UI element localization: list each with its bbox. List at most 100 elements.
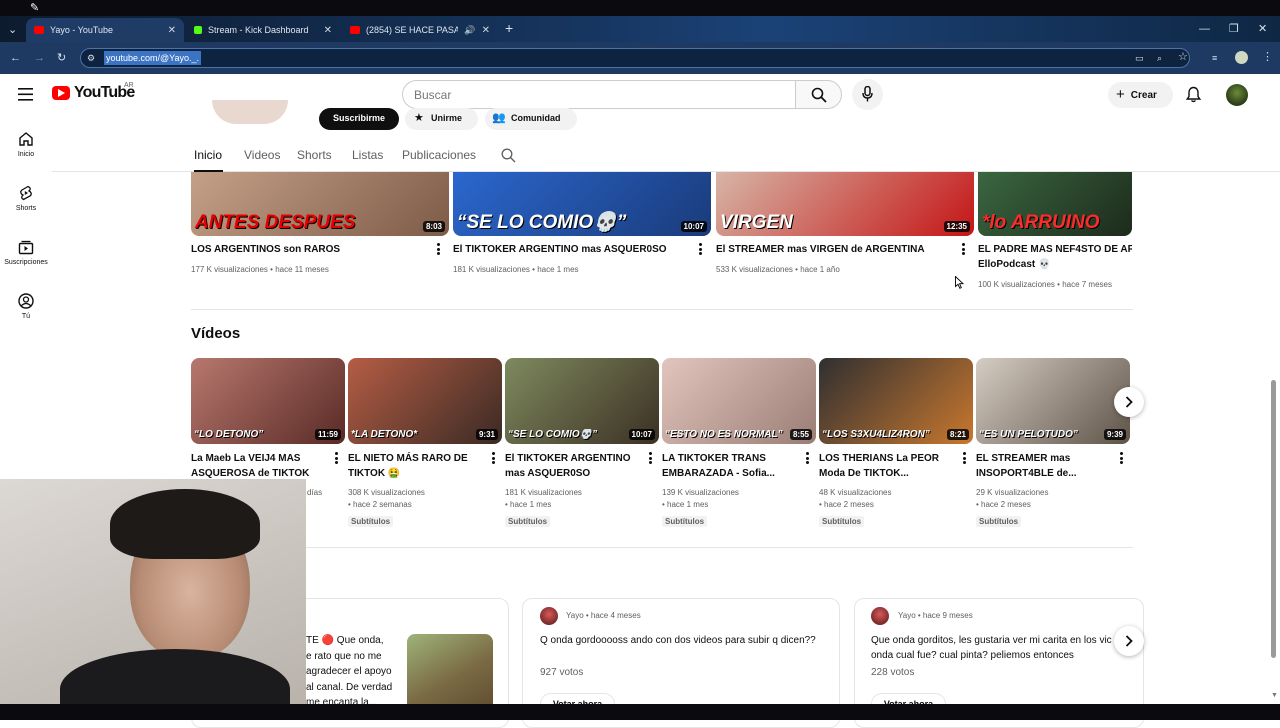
site-info-icon[interactable]: ⚙ — [87, 52, 95, 64]
post-votes: 228 votos — [871, 667, 915, 678]
cast-icon[interactable]: ▭ — [1135, 52, 1144, 64]
close-window-icon[interactable]: ✕ — [1258, 23, 1267, 35]
videos-section-title[interactable]: Vídeos — [191, 325, 240, 342]
video-title[interactable]: EL NIETO MÁS RARO DE — [348, 451, 486, 466]
videos-next-button[interactable] — [1114, 387, 1144, 417]
video-options-icon[interactable] — [437, 243, 440, 257]
page-scrollbar[interactable] — [1271, 380, 1276, 658]
video-title[interactable]: La Maeb La VEIJ4 MAS — [191, 451, 329, 466]
post-text-line: onda cual fue? cual pinta? peliemos ento… — [871, 650, 1074, 661]
tab-publicaciones[interactable]: Publicaciones — [402, 148, 476, 162]
tab-list-icon[interactable]: ⌄ — [8, 24, 17, 36]
voice-search-button[interactable] — [852, 79, 883, 110]
notifications-bell-icon[interactable] — [1186, 86, 1201, 103]
tab-yayo-youtube[interactable]: Yayo - YouTube ✕ — [26, 18, 184, 42]
video-views: 139 K visualizaciones — [662, 488, 739, 497]
new-tab-icon[interactable]: + — [505, 21, 513, 35]
video-options-icon[interactable] — [699, 243, 702, 257]
streamer-webcam-overlay — [0, 479, 306, 720]
video-options-icon[interactable] — [649, 452, 652, 466]
video-duration: 10:07 — [628, 429, 655, 440]
video-title[interactable]: EL PADRE MAS NEF4STO DE ARG — [978, 242, 1132, 257]
video-title[interactable]: El TIKTOKER ARGENTINO — [505, 451, 643, 466]
back-icon[interactable]: ← — [10, 52, 21, 64]
tab-shorts[interactable]: Shorts — [297, 148, 332, 162]
sidebar-item-suscripciones[interactable]: Suscripciones — [0, 239, 52, 266]
thumbnail-caption: “SE LO COMIO💀” — [457, 212, 627, 233]
video-duration: 10:07 — [680, 221, 707, 232]
video-title[interactable]: El STREAMER mas VIRGEN de ARGENTINA — [716, 242, 954, 257]
video-title[interactable]: EL STREAMER mas — [976, 451, 1114, 466]
video-title[interactable]: LOS THERIANS La PEOR — [819, 451, 957, 466]
sidebar-item-shorts[interactable]: Shorts — [0, 185, 52, 212]
bookmark-star-icon[interactable]: ☆ — [1178, 51, 1188, 63]
video-title[interactable]: LA TIKTOKER TRANS — [662, 451, 800, 466]
tab-videos[interactable]: Videos — [244, 148, 280, 162]
taskbar — [0, 704, 1280, 720]
video-title[interactable]: LOS ARGENTINOS son RAROS — [191, 242, 429, 257]
zoom-icon[interactable]: ⌕ — [1157, 52, 1162, 64]
subscribe-button[interactable]: Suscribirme — [319, 108, 399, 130]
video-thumbnail[interactable]: “SE LO COMIO💀” 10:07 — [505, 358, 659, 444]
video-thumbnail[interactable]: *LA DETONO* 9:31 — [348, 358, 502, 444]
account-avatar[interactable] — [1226, 84, 1248, 106]
close-tab-icon[interactable]: ✕ — [482, 25, 490, 36]
video-views: 181 K visualizaciones — [505, 488, 582, 497]
video-title-line2[interactable]: mas ASQUER0SO — [505, 466, 643, 481]
video-title-line2[interactable]: Moda De TIKTOK... — [819, 466, 957, 481]
tab-inicio[interactable]: Inicio — [194, 148, 222, 162]
video-title[interactable]: El TIKTOKER ARGENTINO mas ASQUER0SO — [453, 242, 691, 257]
posts-next-button[interactable] — [1114, 626, 1144, 656]
search-input[interactable] — [414, 86, 784, 103]
scroll-down-arrow-icon[interactable]: ▼ — [1271, 692, 1278, 699]
join-button[interactable]: ★ Unirme — [405, 108, 478, 130]
video-title-line2[interactable]: ElloPodcast 💀 — [978, 257, 1132, 272]
video-title-line2[interactable]: EMBARAZADA - Sofia... — [662, 466, 800, 481]
post-image-capybara[interactable] — [407, 634, 493, 714]
browser-menu-icon[interactable]: ⋮ — [1262, 51, 1273, 63]
post-author-avatar[interactable] — [871, 607, 889, 625]
video-title-line2[interactable]: TIKTOK 🤮 — [348, 466, 486, 481]
video-thumbnail[interactable]: “LO DETONO” 11:59 — [191, 358, 345, 444]
tab-se-hace-pasar[interactable]: (2854) SE HACE PASAR por 🔊 ✕ — [342, 18, 498, 42]
video-age-text: hace 1 mes — [667, 500, 709, 509]
reload-icon[interactable]: ↻ — [57, 52, 66, 64]
profile-icon[interactable] — [1235, 51, 1248, 64]
star-icon: ★ — [414, 112, 424, 124]
video-options-icon[interactable] — [492, 452, 495, 466]
video-options-icon[interactable] — [806, 452, 809, 466]
forward-icon[interactable]: → — [34, 52, 45, 64]
minimize-icon[interactable]: — — [1199, 23, 1210, 35]
url-text[interactable]: youtube.com/@Yayo._. — [104, 51, 202, 65]
video-thumbnail[interactable]: “ES UN PELOTUDO” 9:39 — [976, 358, 1130, 444]
video-options-icon[interactable] — [962, 243, 965, 257]
channel-search-icon[interactable] — [501, 148, 516, 163]
video-views: 29 K visualizaciones — [976, 488, 1049, 497]
sidebar-item-tu[interactable]: Tú — [0, 293, 52, 320]
reading-list-icon[interactable]: ≡ — [1212, 52, 1217, 64]
search-button[interactable] — [795, 80, 842, 109]
video-options-icon[interactable] — [1120, 452, 1123, 466]
tab-kick-dashboard[interactable]: Stream - Kick Dashboard ✕ — [186, 18, 340, 42]
video-age-text: hace 2 meses — [981, 500, 1031, 509]
channel-profile-picture[interactable] — [212, 100, 288, 124]
address-bar[interactable] — [80, 48, 1190, 68]
maximize-icon[interactable]: ❐ — [1229, 23, 1239, 35]
video-thumbnail[interactable]: “LOS S3XU4LIZ4RON” 8:21 — [819, 358, 973, 444]
video-age: • hace 2 meses — [819, 500, 874, 509]
speaker-icon[interactable]: 🔊 — [464, 25, 475, 36]
play-triangle-icon — [58, 89, 65, 97]
video-options-icon[interactable] — [335, 452, 338, 466]
sidebar-item-inicio[interactable]: Inicio — [0, 131, 52, 158]
post-author-avatar[interactable] — [540, 607, 558, 625]
video-title-line2[interactable]: INSOPORT4BLE de... — [976, 466, 1114, 481]
close-tab-icon[interactable]: ✕ — [324, 25, 332, 36]
create-button[interactable]: + Crear — [1108, 82, 1173, 108]
close-tab-icon[interactable]: ✕ — [168, 25, 176, 36]
video-options-icon[interactable] — [963, 452, 966, 466]
community-button[interactable]: 👥 Comunidad — [485, 108, 577, 130]
tab-listas[interactable]: Listas — [352, 148, 383, 162]
video-views: 181 K visualizaciones — [453, 265, 530, 274]
video-thumbnail[interactable]: “ESTO NO ES NORMAL” 8:55 — [662, 358, 816, 444]
hamburger-menu-icon[interactable] — [18, 88, 33, 101]
